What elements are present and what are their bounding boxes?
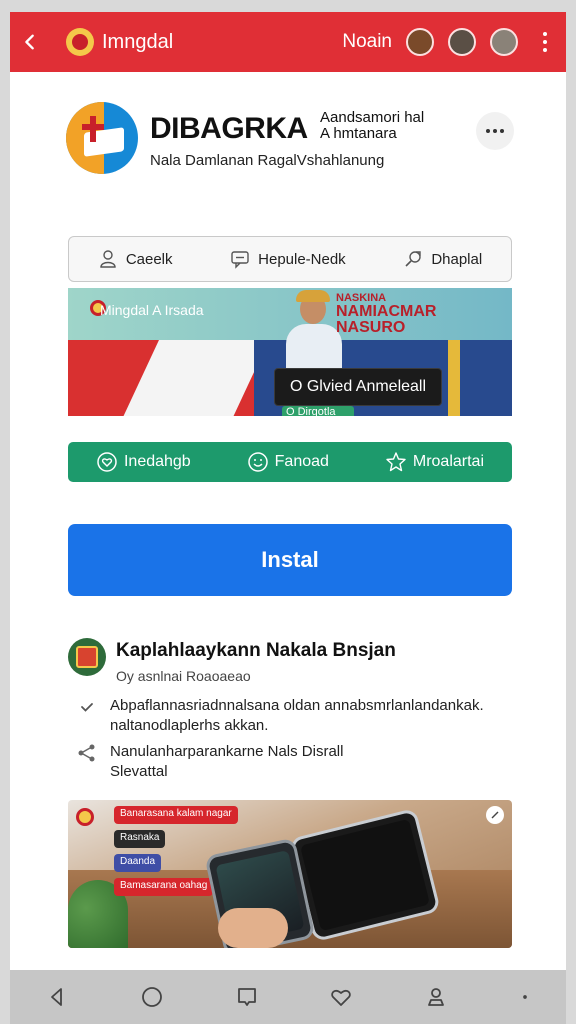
expand-icon[interactable] xyxy=(486,806,504,824)
app-subtitle: Nala Damlanan RagalVshahlanung xyxy=(150,152,385,169)
banner-headline-line2: NASURO xyxy=(336,319,406,336)
app-frame: Imngdal Noain DIBAGRKA Aandsamori hal A … xyxy=(10,12,566,1024)
preview-tag: Bamasarana oahag xyxy=(114,878,214,896)
feature-bar-label: Fanoad xyxy=(274,453,329,470)
preview-tag: Daanda xyxy=(114,854,162,872)
feature-item: Nanulanharparankarne Nals Disrall Slevat… xyxy=(76,742,516,782)
share-icon xyxy=(405,251,422,267)
feature-bar-item[interactable]: Fanoad xyxy=(247,451,329,473)
install-button[interactable]: Instal xyxy=(68,524,512,596)
user-icon xyxy=(100,250,116,268)
app-logo xyxy=(66,102,138,174)
star-icon xyxy=(386,452,406,472)
app-side-line2: A hmtanara xyxy=(320,125,397,142)
feature-line: naltanodlaplerhs akkan. xyxy=(110,717,269,734)
banner-subtext: O Dirgotla xyxy=(282,406,354,416)
banner-caption: Mingdal A Irsada xyxy=(100,302,204,318)
pill-label: Dhaplal xyxy=(431,250,483,268)
preview-tag: Rasnaka xyxy=(114,830,166,848)
avatar-icon[interactable] xyxy=(406,28,434,56)
feature-line: Abpaflannasriadnnalsana oldan annabsmrla… xyxy=(110,697,484,714)
feature-item: Abpaflannasriadnnalsana oldan annabsmrla… xyxy=(76,696,516,736)
avatar-icon[interactable] xyxy=(490,28,518,56)
promo-banner[interactable]: Mingdal A Irsada NASKINA NAMIACMAR NASUR… xyxy=(68,288,512,416)
feature-bar: Inedahgb Fanoad Mroalartai xyxy=(68,442,512,482)
publisher-subtitle: Oy asnlnai Roaoaeao xyxy=(116,668,251,684)
avatar-icon[interactable] xyxy=(448,28,476,56)
feature-bar-item[interactable]: Inedahgb xyxy=(96,451,191,473)
banner-box[interactable]: O Glvied Anmeleall xyxy=(274,368,442,406)
app-side-text: Aandsamori hal A hmtanara xyxy=(320,110,424,142)
publisher-name[interactable]: Kaplahlaaykann Nakala Bnsjan xyxy=(116,640,396,662)
more-horizontal-icon[interactable] xyxy=(476,112,514,150)
top-bar-title: Imngdal xyxy=(102,30,174,53)
nav-favorite-icon[interactable] xyxy=(330,986,352,1008)
screenshot-preview[interactable]: Banarasana kalam nagar Rasnaka Daanda Ba… xyxy=(68,800,512,948)
feature-bar-item[interactable]: Mroalartai xyxy=(385,451,484,473)
banner-headline-line1: NAMIACMAR xyxy=(336,303,437,320)
back-arrow-icon[interactable] xyxy=(10,12,50,72)
pill-share[interactable]: Dhaplal xyxy=(403,249,482,269)
flag-icon xyxy=(66,28,94,56)
pill-label: Caeelk xyxy=(125,250,173,268)
app-name: DIBAGRKA xyxy=(150,112,308,145)
publisher-logo xyxy=(68,638,106,676)
check-icon xyxy=(81,703,93,712)
action-pill-row: Caeelk Hepule-Nedk Dhaplal xyxy=(68,236,512,282)
system-nav-bar xyxy=(10,970,566,1024)
smile-icon xyxy=(247,452,268,472)
heart-icon xyxy=(97,452,117,472)
pill-help[interactable]: Hepule-Nedk xyxy=(230,249,346,269)
nav-back-icon[interactable] xyxy=(46,986,68,1008)
seal-icon xyxy=(76,808,94,826)
feature-line: Nanulanharparankarne Nals Disrall xyxy=(110,743,344,760)
nav-dot-icon xyxy=(522,995,527,999)
chat-icon xyxy=(231,251,249,269)
pill-label: Hepule-Nedk xyxy=(258,250,346,268)
preview-tag: Banarasana kalam nagar xyxy=(114,806,238,824)
nav-profile-icon[interactable] xyxy=(425,986,447,1008)
nav-recents-icon[interactable] xyxy=(236,986,258,1008)
feature-bar-label: Mroalartai xyxy=(412,453,485,470)
top-bar: Imngdal Noain xyxy=(10,12,566,72)
pill-contact[interactable]: Caeelk xyxy=(98,249,173,269)
banner-headline: NAMIACMAR NASURO xyxy=(336,304,436,336)
share-nodes-icon xyxy=(78,744,95,762)
nav-home-icon[interactable] xyxy=(141,986,163,1008)
app-side-line1: Aandsamori hal xyxy=(320,109,425,126)
more-vertical-icon[interactable] xyxy=(532,12,558,72)
feature-line: Slevattal xyxy=(110,763,168,780)
feature-bar-label: Inedahgb xyxy=(123,453,191,470)
login-link[interactable]: Noain xyxy=(342,31,392,53)
